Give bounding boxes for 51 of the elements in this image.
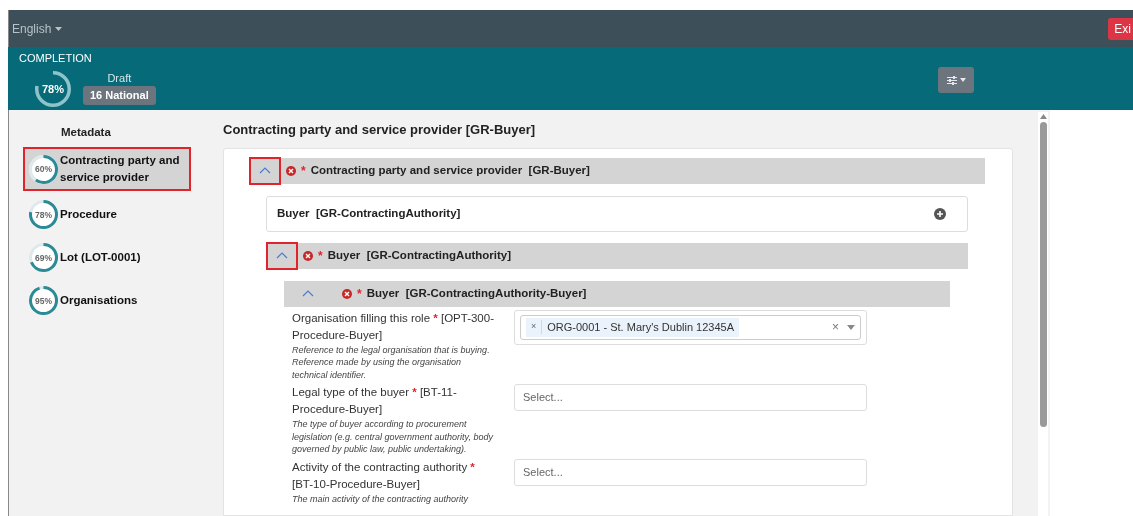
add-button[interactable] (934, 207, 946, 220)
progress-percent: 95% (35, 295, 52, 306)
sidebar-item[interactable]: 69% Lot (LOT-0001) (23, 238, 191, 278)
section-title: Buyer [GR-ContractingAuthority] (327, 247, 512, 263)
caret-icon (959, 78, 966, 82)
caret-icon (55, 26, 63, 31)
chevron-up-icon (259, 167, 271, 174)
field-label: Legal type of the buyer * [BT-11-Procedure-Buyer] (292, 385, 458, 417)
exit-button[interactable]: Exi (1108, 17, 1133, 40)
status-badge: 16 National (83, 86, 156, 105)
field-description: Reference to the legal organisation that is buying. Reference made by using the organisation technical identifier. (292, 343, 491, 381)
sidebar-item[interactable]: 95% Organisations (23, 281, 191, 321)
select-field[interactable]: Select... (514, 384, 867, 411)
dropdown-caret-icon[interactable] (847, 324, 855, 330)
group-title: Buyer [GR-ContractingAuthority] (277, 205, 461, 221)
progress-percent: 69% (35, 252, 52, 263)
page-title: Contracting party and service provider [GR-Buyer] (223, 121, 537, 139)
sidebar-heading: Metadata (61, 125, 112, 140)
completion-label: COMPLETION (19, 51, 92, 66)
add-icon (934, 207, 946, 220)
sidebar-item[interactable]: 60% Contracting party and service provider (23, 147, 191, 192)
error-icon (286, 165, 296, 176)
progress-percent: 60% (35, 164, 52, 175)
progress-percent: 78% (35, 209, 52, 220)
multiselect-field[interactable]: × ORG-0001 - St. Mary's Dublin 12345A × (514, 309, 867, 345)
scroll-up-icon[interactable] (1039, 114, 1047, 119)
scrollbar-thumb[interactable] (1039, 122, 1047, 427)
select-field[interactable]: Select... (514, 458, 867, 486)
field-label: Organisation filling this role * [OPT-300-Procedure-Buyer] (292, 310, 495, 343)
section-title: Contracting party and service provider [GR-Buyer] (310, 162, 590, 178)
selected-tag: × ORG-0001 - St. Mary's Dublin 12345A (526, 317, 739, 337)
field-description: The main activity of the contracting authority (292, 492, 470, 505)
clear-icon[interactable]: × (832, 318, 839, 336)
required-mark: * (357, 285, 362, 303)
status-label: Draft (107, 70, 132, 86)
language-dropdown[interactable]: English (9, 19, 63, 38)
field-label: Activity of the contracting authority * [BT-10-Procedure-Buyer] (292, 459, 476, 492)
chevron-up-icon (302, 290, 314, 297)
collapse-toggle[interactable] (249, 156, 281, 185)
error-icon (342, 288, 352, 299)
chevron-up-icon (276, 252, 288, 259)
error-icon (303, 250, 313, 261)
sidebar-item[interactable]: 78% Procedure (23, 195, 191, 235)
field-description: The type of buyer according to procurement legislation (e.g. central government authority, body governed by public law, public undertaking). (292, 418, 495, 456)
settings-dropdown-button[interactable] (938, 67, 974, 93)
required-mark: * (318, 247, 323, 265)
section-title: Buyer [GR-ContractingAuthority-Buyer] (366, 285, 587, 301)
completion-percent: 78% (42, 82, 64, 95)
sliders-icon (946, 75, 957, 85)
collapse-toggle[interactable] (266, 241, 298, 270)
required-mark: * (301, 162, 306, 180)
